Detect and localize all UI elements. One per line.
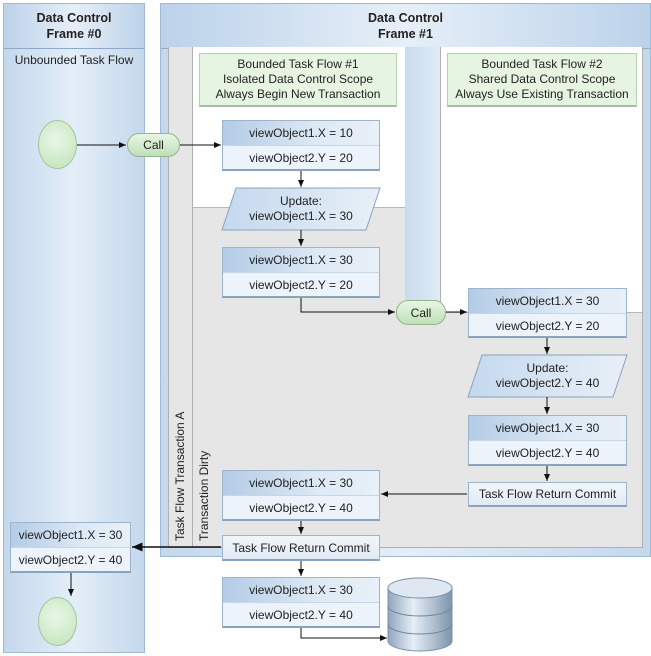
state-y: viewObject2.Y = 40 [18,553,123,567]
state-x: viewObject1.X = 10 [223,121,379,146]
state-y: viewObject2.Y = 20 [249,151,353,165]
state-box-3: viewObject1.X = 30 viewObject2.Y = 20 [468,288,627,338]
start-node-icon [38,120,77,169]
database-icon [387,577,453,652]
state-box-5: viewObject1.X = 30 viewObject2.Y = 40 [222,470,380,521]
state-box-4: viewObject1.X = 30 viewObject2.Y = 40 [468,415,627,466]
state-x: viewObject1.X = 30 [469,289,626,314]
state-y: viewObject2.Y = 40 [495,446,600,460]
state-x: viewObject1.X = 30 [469,416,626,441]
arrow-vo2-call2 [300,298,395,315]
commit-node-btf2: Task Flow Return Commit [468,482,627,507]
update2-line2: viewObject2.Y = 40 [495,376,600,390]
state-y: viewObject2.Y = 20 [495,319,600,333]
arrow-vo6-database [300,628,387,641]
state-x: viewObject1.X = 30 [223,578,379,603]
state-box-1: viewObject1.X = 10 viewObject2.Y = 20 [222,120,380,171]
state-y: viewObject2.Y = 40 [249,501,353,515]
state-box-2: viewObject1.X = 30 viewObject2.Y = 20 [222,247,380,298]
update2-node: Update: viewObject2.Y = 40 [468,355,627,397]
state-box-database: viewObject1.X = 30 viewObject2.Y = 40 [222,577,380,628]
end-node-icon [38,597,77,646]
state-y: viewObject2.Y = 40 [249,608,353,622]
state-x: viewObject1.X = 30 [11,523,130,548]
update2-line1: Update: [526,361,569,375]
update1-line2: viewObject1.X = 30 [249,209,353,223]
call-node-2: Call [396,300,446,325]
state-x: viewObject1.X = 30 [223,248,379,273]
state-y: viewObject2.Y = 20 [249,278,353,292]
update1-line1: Update: [279,194,323,208]
state-x: viewObject1.X = 30 [223,471,379,496]
commit-node-btf1: Task Flow Return Commit [222,535,380,561]
state-box-frame0: viewObject1.X = 30 viewObject2.Y = 40 [10,522,131,573]
update1-node: Update: viewObject1.X = 30 [222,188,380,230]
call-node-1: Call [127,133,180,157]
